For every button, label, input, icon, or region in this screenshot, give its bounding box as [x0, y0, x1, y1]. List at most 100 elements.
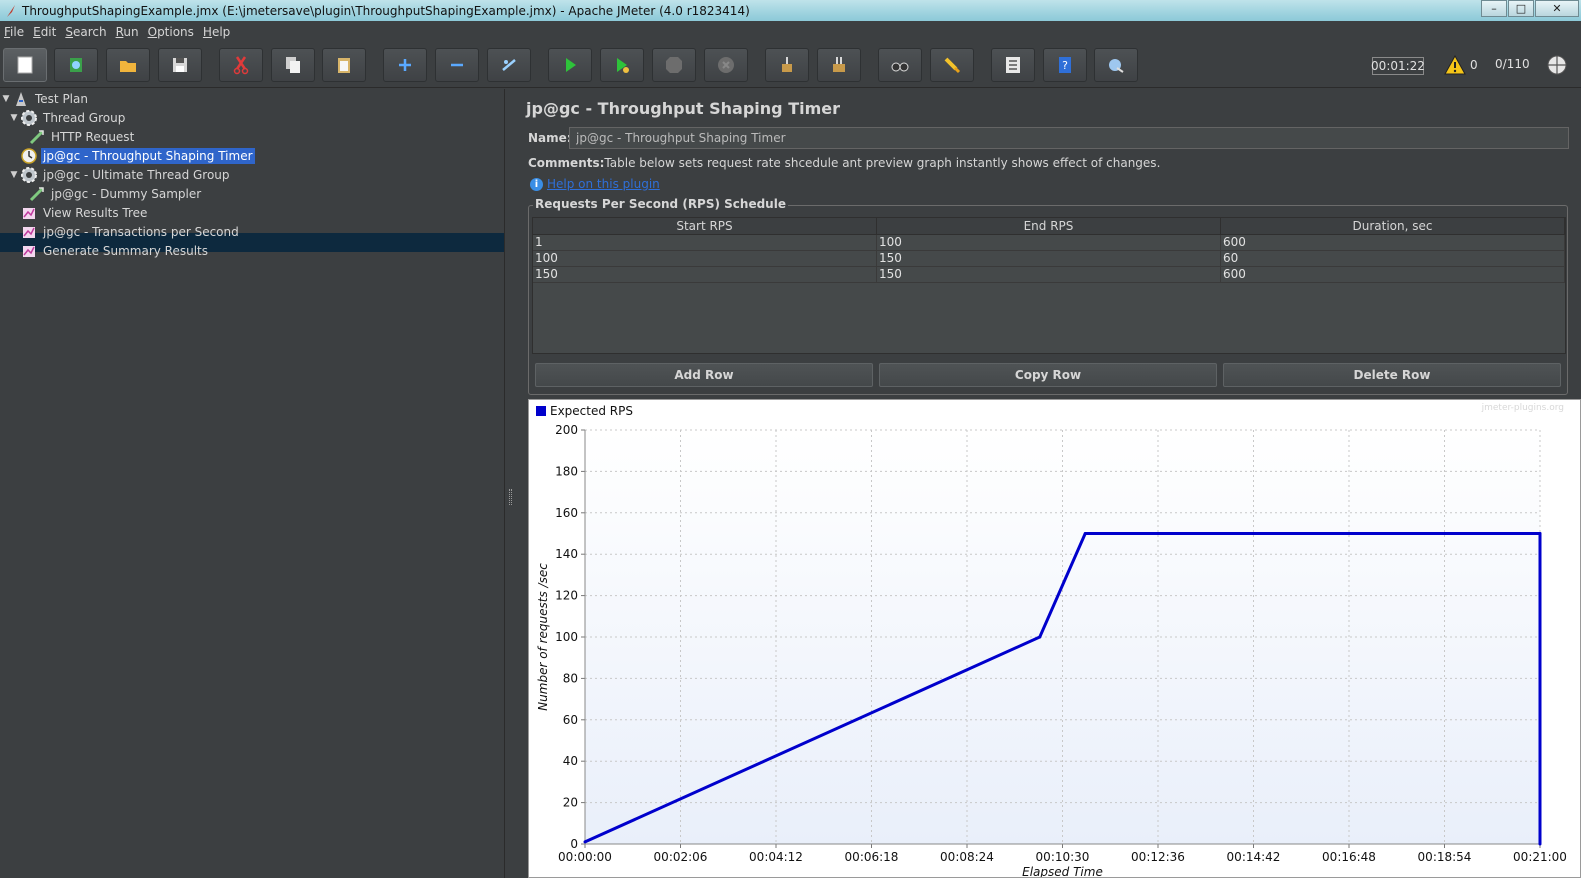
y-tick-label: 140	[555, 547, 578, 561]
tree-node-throughput-shaping-timer[interactable]: jp@gc - Throughput Shaping Timer	[20, 146, 255, 165]
series-point	[1538, 842, 1542, 846]
table-cell[interactable]: 1	[533, 235, 877, 250]
series-point	[1083, 532, 1087, 535]
add-row-button[interactable]: Add Row	[535, 363, 873, 387]
timer-icon	[20, 147, 38, 165]
expand-arrow-icon[interactable]: ▼	[0, 94, 12, 104]
menu-edit[interactable]: Edit	[29, 25, 61, 39]
tree-node-ultimate-thread-group[interactable]: ▼ jp@gc - Ultimate Thread Group	[8, 165, 232, 184]
x-tick-label: 00:08:24	[940, 850, 994, 864]
warning-count: 0	[1470, 58, 1478, 72]
maximize-button[interactable]: □	[1508, 0, 1534, 17]
splitter-grip[interactable]	[509, 489, 512, 505]
paste-button[interactable]	[322, 48, 366, 82]
menu-bar: File Edit Search Run Options Help	[0, 21, 1581, 43]
table-cell[interactable]: 150	[533, 267, 877, 282]
table-cell[interactable]: 150	[877, 267, 1221, 282]
comments-text: Table below sets request rate shcedule a…	[604, 156, 1161, 170]
expand-arrow-icon[interactable]: ▼	[8, 170, 20, 180]
menu-options[interactable]: Options	[144, 25, 199, 39]
menu-file[interactable]: File	[0, 25, 29, 39]
legend-entry: Expected RPS	[550, 404, 633, 418]
tree-node-http-request[interactable]: HTTP Request	[28, 127, 136, 146]
function-helper-button[interactable]	[991, 48, 1035, 82]
stop-button[interactable]	[652, 48, 696, 82]
x-tick-label: 00:12:36	[1131, 850, 1185, 864]
expand-arrow-icon[interactable]: ▼	[8, 113, 20, 123]
y-tick-label: 60	[563, 713, 578, 727]
close-button[interactable]: ✕	[1535, 0, 1579, 17]
tree-node-transactions-per-second[interactable]: jp@gc - Transactions per Second	[20, 222, 241, 241]
menu-search[interactable]: Search	[61, 25, 111, 39]
tree-node-generate-summary-results[interactable]: Generate Summary Results	[20, 241, 210, 260]
series-point	[1038, 635, 1042, 639]
remote-button[interactable]	[1094, 48, 1138, 82]
stop-icon	[666, 57, 682, 73]
chart-watermark: jmeter-plugins.org	[1481, 403, 1564, 413]
column-header-start-rps[interactable]: Start RPS	[533, 218, 877, 234]
menu-run[interactable]: Run	[112, 25, 144, 39]
sampler-icon	[28, 128, 46, 146]
table-row[interactable]: 100 150 60	[533, 251, 1565, 267]
tree-node-thread-group[interactable]: ▼ Thread Group	[8, 108, 127, 127]
table-cell[interactable]: 100	[533, 251, 877, 266]
table-cell[interactable]: 60	[1221, 251, 1565, 266]
table-row[interactable]: 150 150 600	[533, 267, 1565, 283]
new-button[interactable]	[3, 48, 47, 82]
clear-button[interactable]	[765, 48, 809, 82]
minimize-button[interactable]: –	[1481, 0, 1507, 17]
column-header-end-rps[interactable]: End RPS	[877, 218, 1221, 234]
templates-button[interactable]	[54, 48, 98, 82]
name-field[interactable]	[569, 127, 1569, 149]
rps-schedule-group: Requests Per Second (RPS) Schedule Start…	[528, 197, 1568, 395]
copy-icon	[286, 57, 300, 73]
shutdown-button[interactable]	[704, 48, 748, 82]
open-button[interactable]	[106, 48, 150, 82]
close-icon: ✕	[1552, 2, 1562, 15]
help-link[interactable]: Help on this plugin	[547, 177, 660, 191]
tree-node-test-plan[interactable]: ▼ Test Plan	[0, 89, 90, 108]
delete-row-button[interactable]: Delete Row	[1223, 363, 1561, 387]
warning-indicator[interactable]: 0	[1444, 55, 1478, 75]
remote-icon	[1109, 59, 1124, 73]
column-header-duration[interactable]: Duration, sec	[1221, 218, 1565, 234]
tree-node-view-results-tree[interactable]: View Results Tree	[20, 203, 149, 222]
save-icon	[173, 58, 187, 72]
elapsed-time: 00:01:22	[1371, 57, 1425, 75]
collapse-all-button[interactable]	[435, 48, 479, 82]
table-header: Start RPS End RPS Duration, sec	[533, 218, 1565, 235]
help-button[interactable]: ?	[1043, 48, 1087, 82]
toggle-button[interactable]	[487, 48, 531, 82]
reset-search-button[interactable]	[930, 48, 974, 82]
listener-icon	[20, 242, 38, 260]
remote-status-icon	[1547, 55, 1567, 75]
x-tick-label: 00:14:42	[1227, 850, 1281, 864]
copy-row-button[interactable]: Copy Row	[879, 363, 1217, 387]
start-no-pauses-button[interactable]	[600, 48, 644, 82]
pane-splitter[interactable]	[505, 89, 517, 878]
info-icon: i	[530, 177, 543, 191]
save-button[interactable]	[158, 48, 202, 82]
x-tick-label: 00:00:00	[558, 850, 612, 864]
y-axis-label: Number of requests /sec	[536, 563, 550, 711]
binoculars-icon	[891, 62, 909, 72]
clear-all-button[interactable]	[817, 48, 861, 82]
y-tick-label: 0	[570, 837, 578, 851]
search-button[interactable]	[878, 48, 922, 82]
panel-title: jp@gc - Throughput Shaping Timer	[526, 99, 841, 118]
window-title-bar: ThroughputShapingExample.jmx (E:\jmeters…	[0, 0, 1581, 21]
expand-all-button[interactable]	[383, 48, 427, 82]
comments-row[interactable]: Comments:Table below sets request rate s…	[528, 156, 1160, 170]
start-button[interactable]	[548, 48, 592, 82]
gear-icon	[20, 109, 38, 127]
table-cell[interactable]: 600	[1221, 235, 1565, 250]
copy-button[interactable]	[271, 48, 315, 82]
table-cell[interactable]: 150	[877, 251, 1221, 266]
cut-button[interactable]	[219, 48, 263, 82]
broom-icon	[944, 57, 961, 74]
tree-node-dummy-sampler[interactable]: jp@gc - Dummy Sampler	[28, 184, 203, 203]
table-cell[interactable]: 100	[877, 235, 1221, 250]
table-row[interactable]: 1 100 600	[533, 235, 1565, 251]
menu-help[interactable]: Help	[199, 25, 235, 39]
table-cell[interactable]: 600	[1221, 267, 1565, 282]
